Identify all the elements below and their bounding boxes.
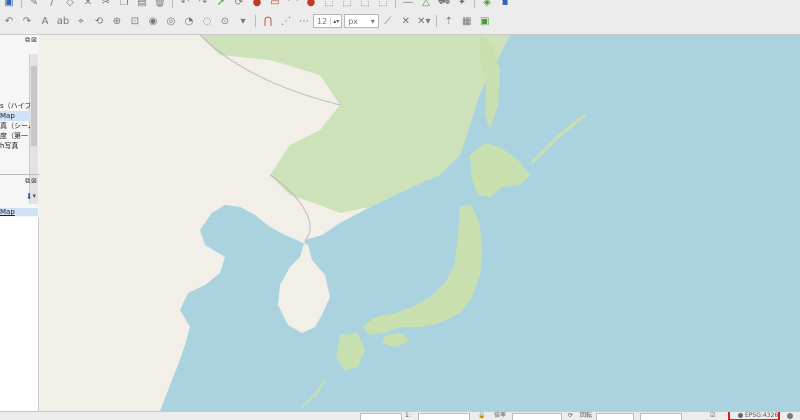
browser-toolbar: ⬇ ▾	[0, 189, 39, 203]
edit-pencil-icon[interactable]: ✎	[28, 0, 40, 8]
fill-ring-icon[interactable]: ⬚	[377, 0, 389, 8]
intersect-dropdown-icon[interactable]: ✕▾	[417, 15, 430, 27]
layer-item[interactable]: h写真	[0, 141, 30, 151]
cut-icon[interactable]: ✂	[100, 0, 112, 8]
toolbar-separator	[395, 0, 396, 8]
split-icon[interactable]: ⌒	[287, 0, 299, 10]
callout-icon[interactable]: ◌	[201, 15, 213, 27]
spin-arrows-icon[interactable]: ▴▾	[330, 17, 341, 25]
offset-icon[interactable]: ⬚	[341, 0, 353, 8]
scroll-thumb[interactable]	[31, 66, 37, 146]
left-dock-panels: ⧉⊠ s（ハイブ Map 真（シーム 度（第一 h写真 ⧉⊠ ⬇ ▾ Map	[0, 35, 39, 411]
simplify-icon[interactable]: ⬚	[359, 0, 371, 8]
layers-list: s（ハイブ Map 真（シーム 度（第一 h写真	[0, 101, 30, 151]
layer-item[interactable]: 度（第一	[0, 131, 30, 141]
redo-icon[interactable]: ↷	[197, 0, 209, 8]
move-feature-icon[interactable]: ➚	[215, 0, 227, 8]
label-pin-icon[interactable]: ⌖	[75, 15, 87, 27]
toolbar-separator	[21, 0, 22, 8]
plugin-box-icon[interactable]: ▣	[479, 15, 491, 27]
delete-icon[interactable]: 🗑	[154, 0, 167, 8]
label-show-icon[interactable]: ◉	[147, 15, 159, 27]
angle-icon[interactable]: ⟋	[382, 15, 394, 27]
toolbar-separator	[474, 0, 475, 8]
rotate-feature-icon[interactable]: ⟳	[233, 0, 245, 8]
label-change-icon[interactable]: ⊡	[129, 15, 141, 27]
redo-icon[interactable]: ↷	[21, 15, 33, 27]
info-i-icon[interactable]: ⇡	[443, 15, 455, 27]
unit-select[interactable]: px ▾	[344, 14, 379, 28]
toggle-edit-icon[interactable]: ∕	[46, 0, 58, 8]
filter-dropdown-icon[interactable]: ▾	[32, 192, 36, 200]
toolbar-row-2: ↶ ↷ A ab ⌖ ⟲ ⊕ ⊡ ◉ ◎ ◔ ◌ ⊙ ▾ ⋂ ⋰ ⋯ 12 ▴▾…	[0, 13, 800, 29]
python-icon[interactable]: ✦	[456, 0, 468, 8]
map-canvas[interactable]	[40, 35, 800, 411]
toolbar-separator	[255, 15, 256, 27]
delete-ring-icon[interactable]: ▭	[269, 0, 281, 8]
symbol-size-value: 12	[317, 16, 328, 26]
diagram-icon[interactable]: ◔	[183, 15, 195, 27]
undo-icon[interactable]: ↶	[179, 0, 191, 8]
toolbar-row-1: ▣ ✎ ∕ ◇ ✕ ✂ ❐ ▤ 🗑 ↶ ↷ ➚ ⟳ ● ▭ ⌒ ● ⬚ ⬚ ⬚ …	[0, 0, 800, 10]
reshape-icon[interactable]: ⬚	[323, 0, 335, 8]
plugin-icon[interactable]: ▪	[499, 0, 511, 8]
label-move-icon[interactable]: ⊕	[111, 15, 123, 27]
chevron-down-icon: ▾	[358, 16, 375, 26]
paste-icon[interactable]: ▤	[136, 0, 148, 8]
advanced-digitize-icon[interactable]: ⋯	[298, 15, 310, 27]
node-tool-icon[interactable]: ✕	[82, 0, 94, 8]
intersect-icon[interactable]: ✕	[400, 15, 412, 27]
merge-icon[interactable]: ●	[305, 0, 317, 8]
add-ring-icon[interactable]: ●	[251, 0, 263, 8]
dock-float-close-icon[interactable]: ⧉⊠	[25, 177, 38, 186]
layer-item[interactable]: s（ハイブ	[0, 101, 30, 111]
dock-float-close-icon[interactable]: ⧉⊠	[25, 36, 38, 45]
pin-dropdown-icon[interactable]: ▾	[237, 15, 249, 27]
digitize-icon[interactable]: ◇	[64, 0, 76, 8]
measure-icon[interactable]: △	[420, 0, 432, 8]
toolbar-separator	[172, 0, 173, 8]
browser-item[interactable]: Map	[0, 208, 38, 216]
snap-vertex-icon[interactable]: ⋰	[280, 15, 292, 27]
main-toolbar: ▣ ✎ ∕ ◇ ✕ ✂ ❐ ▤ 🗑 ↶ ↷ ➚ ⟳ ● ▭ ⌒ ● ⬚ ⬚ ⬚ …	[0, 0, 800, 35]
tractor-icon[interactable]: ⛟	[438, 0, 451, 8]
label-prop-icon[interactable]: ⊙	[219, 15, 231, 27]
toolbar-separator	[435, 15, 437, 27]
text-a-icon[interactable]: A	[39, 15, 51, 27]
abc-icon[interactable]: ab	[57, 15, 69, 27]
snap-magnet-icon[interactable]: ⋂	[262, 15, 274, 27]
browser-tree	[0, 217, 39, 411]
undo-icon[interactable]: ↶	[3, 15, 15, 27]
messages-icon[interactable]	[787, 413, 793, 419]
line-tool-icon[interactable]: ―	[402, 0, 414, 8]
symbol-size-spinbox[interactable]: 12 ▴▾	[313, 14, 343, 28]
basemap	[40, 35, 800, 411]
unit-value: px	[348, 16, 359, 26]
layer-item[interactable]: Map	[0, 111, 30, 121]
label-rotate-icon[interactable]: ⟲	[93, 15, 105, 27]
layer-stack-icon[interactable]: ◈	[481, 0, 493, 8]
label-hide-icon[interactable]: ◎	[165, 15, 177, 27]
georef-icon[interactable]: ▦	[461, 15, 473, 27]
copy-icon[interactable]: ❐	[118, 0, 130, 8]
save-icon[interactable]: ▣	[3, 0, 15, 8]
layer-item[interactable]: 真（シーム	[0, 121, 30, 131]
globe-icon[interactable]	[738, 413, 743, 418]
layers-dock-title: ⧉⊠	[0, 35, 39, 45]
refresh-icon[interactable]: ⬇	[26, 192, 33, 201]
